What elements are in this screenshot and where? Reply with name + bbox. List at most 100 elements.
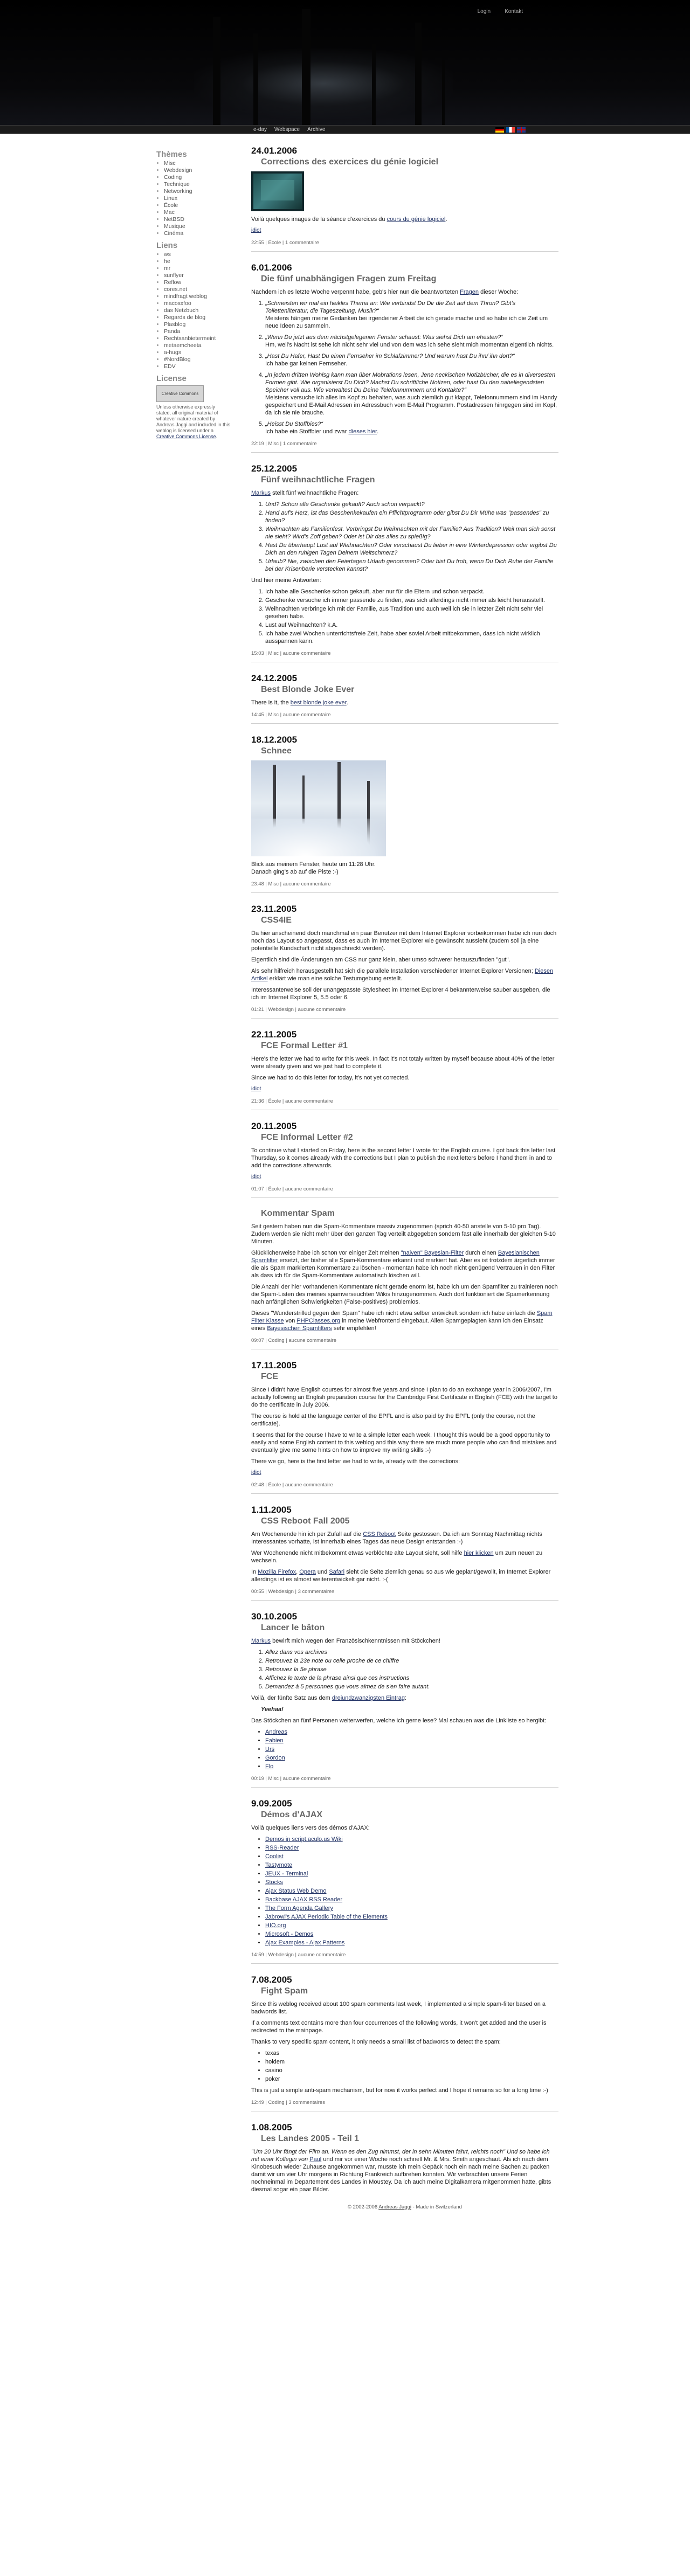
phpclasses-link[interactable]: PHPClasses.org: [296, 1318, 340, 1324]
post-extra-link[interactable]: idiot: [251, 1174, 261, 1180]
post-title[interactable]: Kommentar Spam: [261, 1209, 558, 1218]
demo-link[interactable]: Stocks: [265, 1879, 283, 1886]
blogroll-link[interactable]: sunflyer: [164, 272, 184, 279]
css-reboot-link[interactable]: CSS Reboot: [363, 1531, 396, 1538]
questions-link[interactable]: Fragen: [460, 289, 479, 295]
nav-item-eday[interactable]: e-day: [253, 127, 267, 133]
blogroll-link[interactable]: Plasblog: [164, 321, 185, 328]
theme-link[interactable]: Webdesign: [164, 167, 192, 174]
post-footer[interactable]: 01:21 | Webdesign | aucune commentaire: [251, 1007, 558, 1019]
demo-link[interactable]: HIO.org: [265, 1922, 286, 1929]
post-title[interactable]: CSS Reboot Fall 2005: [261, 1516, 558, 1526]
demo-link[interactable]: Microsoft - Demos: [265, 1931, 313, 1937]
blogroll-link[interactable]: metaemcheeta: [164, 342, 201, 349]
demo-link[interactable]: Ajax Status Web Demo: [265, 1888, 327, 1894]
bayesian-spamfilter-link[interactable]: Bayesischen Spamfilters: [267, 1325, 332, 1332]
theme-link[interactable]: Cinéma: [164, 230, 183, 237]
blogroll-link[interactable]: das Netzbuch: [164, 307, 198, 314]
post-title[interactable]: Die fünf unabhängigen Fragen zum Freitag: [261, 274, 558, 284]
blogroll-link[interactable]: ws: [164, 251, 171, 258]
entry-link[interactable]: dreiundzwanzigsten Eintrag: [332, 1695, 405, 1701]
post-footer[interactable]: 22:55 | École | 1 commentaire: [251, 240, 558, 252]
post-footer[interactable]: 22:19 | Misc | 1 commentaire: [251, 441, 558, 453]
post-footer[interactable]: 14:45 | Misc | aucune commentaire: [251, 712, 558, 724]
theme-link[interactable]: Musique: [164, 223, 185, 230]
nav-item-archive[interactable]: Archive: [307, 127, 325, 133]
blogroll-link[interactable]: he: [164, 258, 170, 265]
post-footer[interactable]: 02:48 | École | aucune commentaire: [251, 1482, 558, 1494]
theme-link[interactable]: Mac: [164, 209, 175, 216]
post-footer[interactable]: 00:19 | Misc | aucune commentaire: [251, 1776, 558, 1788]
demo-link[interactable]: Jabrowl's AJAX Periodic Table of the Ele…: [265, 1914, 388, 1920]
opera-link[interactable]: Opera: [299, 1569, 316, 1575]
blogroll-link[interactable]: macosxfoo: [164, 300, 191, 307]
post-title[interactable]: Best Blonde Joke Ever: [261, 685, 558, 695]
paul-link[interactable]: Paul: [309, 2156, 321, 2163]
theme-link[interactable]: École: [164, 202, 178, 209]
post-title[interactable]: Corrections des exercices du génie logic…: [261, 157, 558, 167]
demo-link[interactable]: JEUX - Terminal: [265, 1871, 308, 1877]
markus-link[interactable]: Markus: [251, 490, 271, 496]
post-footer[interactable]: 21:36 | École | aucune commentaire: [251, 1098, 558, 1110]
blogroll-link[interactable]: Reflow: [164, 279, 181, 286]
demo-link[interactable]: Coolist: [265, 1853, 284, 1860]
exercise-screenshot-image[interactable]: [251, 171, 304, 211]
post-extra-link[interactable]: idiot: [251, 1470, 261, 1476]
theme-link[interactable]: NetBSD: [164, 216, 184, 223]
course-link[interactable]: cours du génie logiciel: [387, 216, 446, 223]
creative-commons-badge-icon[interactable]: Creative Commons: [156, 385, 204, 402]
recipient-link[interactable]: Andreas: [265, 1729, 287, 1735]
recipient-link[interactable]: Urs: [265, 1746, 274, 1753]
blogroll-link[interactable]: mindfragt weblog: [164, 293, 207, 300]
post-title[interactable]: Schnee: [261, 746, 558, 756]
post-title[interactable]: Fight Spam: [261, 1986, 558, 1996]
post-title[interactable]: FCE Informal Letter #2: [261, 1133, 558, 1142]
english-flag-icon[interactable]: [517, 127, 526, 133]
demo-link[interactable]: Demos in script.aculo.us Wiki: [265, 1836, 343, 1843]
blogroll-link[interactable]: mr: [164, 265, 170, 272]
blogroll-link[interactable]: a-hugs: [164, 349, 181, 356]
firefox-link[interactable]: Mozilla Firefox: [258, 1569, 296, 1575]
theme-link[interactable]: Networking: [164, 188, 192, 195]
theme-link[interactable]: Misc: [164, 160, 176, 167]
safari-link[interactable]: Safari: [329, 1569, 344, 1575]
nav-item-webspace[interactable]: Webspace: [274, 127, 300, 133]
demo-link[interactable]: Backbase AJAX RSS Reader: [265, 1896, 342, 1903]
theme-link[interactable]: Technique: [164, 181, 190, 188]
blogroll-link[interactable]: Regards de blog: [164, 314, 205, 321]
old-layout-link[interactable]: hier klicken: [464, 1550, 494, 1556]
demo-link[interactable]: Tastymote: [265, 1862, 292, 1868]
recipient-link[interactable]: Flo: [265, 1763, 273, 1770]
post-footer[interactable]: 12:49 | Coding | 3 commentaires: [251, 2100, 558, 2111]
post-title[interactable]: CSS4IE: [261, 916, 558, 925]
license-link[interactable]: Creative Commons License: [156, 434, 216, 439]
joke-link[interactable]: best blonde joke ever: [291, 700, 347, 706]
blogroll-link[interactable]: cores.net: [164, 286, 187, 293]
stoffbier-link[interactable]: dieses hier: [349, 428, 377, 435]
theme-link[interactable]: Coding: [164, 174, 182, 181]
author-link[interactable]: Andreas Jaggi: [378, 2204, 411, 2210]
recipient-link[interactable]: Fabien: [265, 1737, 284, 1744]
markus-link[interactable]: Markus: [251, 1638, 271, 1644]
post-title[interactable]: Les Landes 2005 - Teil 1: [261, 2134, 558, 2144]
demo-link[interactable]: Ajax Examples - Ajax Patterns: [265, 1940, 344, 1946]
theme-link[interactable]: Linux: [164, 195, 177, 202]
french-flag-icon[interactable]: [506, 127, 515, 133]
blogroll-link[interactable]: Rechtsanbietermeint: [164, 335, 216, 342]
post-footer[interactable]: 15:03 | Misc | aucune commentaire: [251, 650, 558, 662]
blogroll-link[interactable]: EDV: [164, 363, 176, 370]
demo-link[interactable]: RSS-Reader: [265, 1845, 299, 1851]
snow-photo-image[interactable]: [251, 760, 386, 856]
post-title[interactable]: Fünf weihnachtliche Fragen: [261, 475, 558, 485]
demo-link[interactable]: The Form Agenda Gallery: [265, 1905, 333, 1912]
post-extra-link[interactable]: idiot: [251, 1086, 261, 1092]
blogroll-link[interactable]: Panda: [164, 328, 180, 335]
post-footer[interactable]: 09:07 | Coding | aucune commentaire: [251, 1338, 558, 1349]
post-footer[interactable]: 14:59 | Webdesign | aucune commentaire: [251, 1952, 558, 1964]
post-title[interactable]: Démos d'AJAX: [261, 1810, 558, 1820]
blogroll-link[interactable]: #NordBlog: [164, 356, 191, 363]
post-title[interactable]: FCE: [261, 1372, 558, 1382]
post-extra-link[interactable]: idiot: [251, 227, 261, 233]
recipient-link[interactable]: Gordon: [265, 1755, 285, 1761]
post-footer[interactable]: 01:07 | École | aucune commentaire: [251, 1186, 558, 1198]
